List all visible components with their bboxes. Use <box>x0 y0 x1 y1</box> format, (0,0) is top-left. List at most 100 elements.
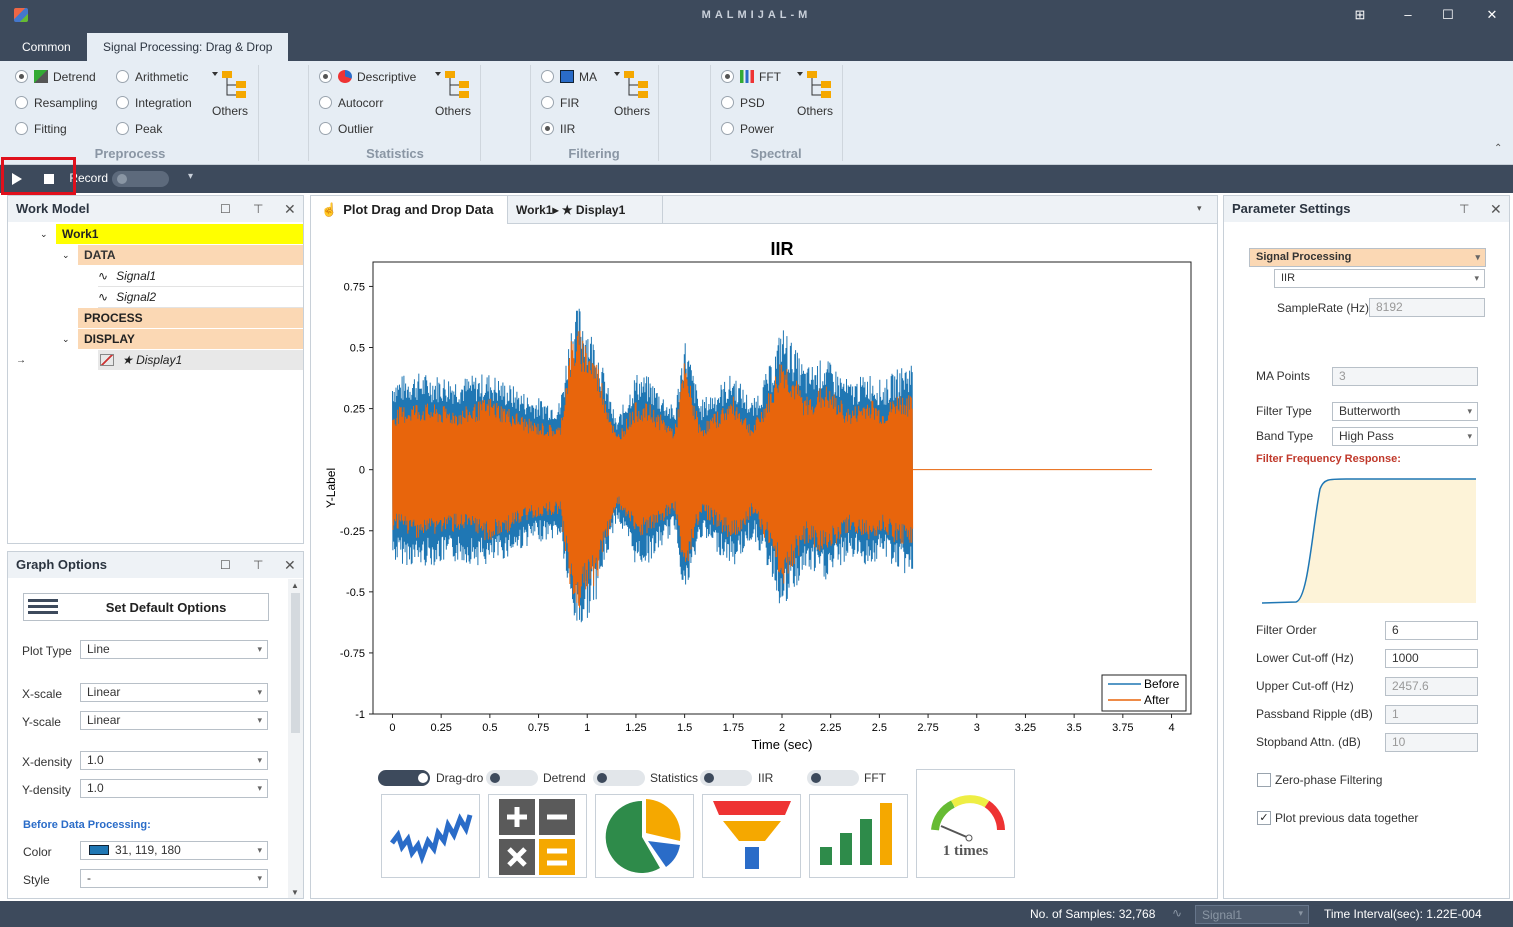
group-label-spectral: Spectral <box>750 146 802 161</box>
radio-power[interactable]: Power <box>721 119 774 139</box>
color-select[interactable]: 31, 119, 180 <box>80 841 268 860</box>
tree-root-label: Work1 <box>56 224 303 244</box>
method-select[interactable]: IIR <box>1274 269 1485 288</box>
signal-processing-select[interactable]: Signal Processing <box>1249 248 1486 267</box>
ma-points-input[interactable]: 3 <box>1332 367 1478 386</box>
signal-1-label: Signal1 <box>116 269 157 283</box>
yscale-label: Y-scale <box>22 715 61 729</box>
tree-display[interactable]: ⌄ DISPLAY <box>8 329 303 350</box>
others-label: Others <box>796 104 833 118</box>
tree-signal-2[interactable]: ∿ Signal2 <box>98 287 303 308</box>
upper-cutoff-label: Upper Cut-off (Hz) <box>1256 679 1354 693</box>
tree-root[interactable]: ⌄ Work1 <box>8 224 303 245</box>
gauge-icon <box>931 795 1005 842</box>
xdensity-select[interactable]: 1.0 <box>80 751 268 770</box>
close-button[interactable]: ✕ <box>1482 6 1502 24</box>
maximize-button[interactable]: ☐ <box>1438 6 1458 24</box>
ydensity-select[interactable]: 1.0 <box>80 779 268 798</box>
radio-autocorr[interactable]: Autocorr <box>319 93 383 113</box>
work-model-header: Work Model ☐ ⊤ ✕ <box>8 196 303 222</box>
tab-plot-drag-drop[interactable]: ☝ Plot Drag and Drop Data <box>311 196 507 224</box>
radio-fitting[interactable]: Fitting <box>15 119 67 139</box>
x-tick-label: 0 <box>389 722 395 734</box>
close-icon[interactable]: ✕ <box>284 196 296 222</box>
radio-descriptive[interactable]: Descriptive <box>319 67 416 87</box>
tab-signal-processing[interactable]: Signal Processing: Drag & Drop <box>87 33 289 61</box>
stopband-attn-input[interactable]: 10 <box>1385 733 1478 752</box>
others-dropdown-spectral[interactable]: Others <box>797 69 840 118</box>
y-tick-label: 0 <box>359 465 365 477</box>
tab-common[interactable]: Common <box>6 33 87 61</box>
tree-process[interactable]: PROCESS <box>78 308 303 328</box>
float-icon[interactable]: ☐ <box>220 552 231 578</box>
others-dropdown-filtering[interactable]: Others <box>614 69 657 118</box>
tabs-dropdown-icon[interactable]: ▾ <box>1197 203 1202 214</box>
descriptive-label: Descriptive <box>357 70 417 84</box>
tab-display-1[interactable]: Work1▸ ★ Display1 <box>507 196 663 224</box>
x-tick-label: 0.25 <box>430 722 451 734</box>
radio-resampling[interactable]: Resampling <box>15 93 97 113</box>
set-default-options-button[interactable]: Set Default Options <box>23 593 269 621</box>
toggle-iir[interactable] <box>700 770 752 786</box>
yscale-select[interactable]: Linear <box>80 711 268 730</box>
scrollbar[interactable]: ▲ ▼ <box>288 579 303 898</box>
toggle-drag-drop[interactable] <box>378 770 430 786</box>
x-tick-label: 1.5 <box>677 722 692 734</box>
color-value: 31, 119, 180 <box>115 843 181 857</box>
collapse-ribbon-icon[interactable]: ⌃ <box>1494 143 1502 154</box>
highlight-box <box>1 157 76 195</box>
zero-phase-checkbox[interactable] <box>1257 773 1271 787</box>
pin-icon[interactable]: ⊤ <box>253 552 263 578</box>
tile-filter[interactable] <box>702 794 801 878</box>
tree-display-1[interactable]: → ★ Display1 <box>8 350 303 371</box>
signal-select[interactable]: Signal1 ▾ <box>1195 905 1309 924</box>
float-icon[interactable]: ☐ <box>220 196 231 222</box>
radio-integration[interactable]: Integration <box>116 93 192 113</box>
xscale-select[interactable]: Linear <box>80 683 268 702</box>
graph-options-header: Graph Options ☐ ⊤ ✕ <box>8 552 303 578</box>
pie-icon <box>338 70 352 83</box>
tile-waveform[interactable] <box>381 794 480 878</box>
filter-type-select[interactable]: Butterworth <box>1332 402 1478 421</box>
band-type-select[interactable]: High Pass <box>1332 427 1478 446</box>
radio-iir[interactable]: IIR <box>541 119 575 139</box>
restore-layout-icon[interactable]: ⊞ <box>1350 6 1370 24</box>
tree-signal-1[interactable]: ∿ Signal1 <box>98 266 303 287</box>
upper-cutoff-input[interactable]: 2457.6 <box>1385 677 1478 696</box>
samplerate-input[interactable]: 8192 <box>1369 298 1485 317</box>
pin-icon[interactable]: ⊤ <box>1459 196 1469 222</box>
toolbar-dropdown-icon[interactable]: ▾ <box>188 171 193 182</box>
ribbon: Detrend Resampling Fitting Arithmetic In… <box>0 61 1513 165</box>
tree-data[interactable]: ⌄ DATA <box>8 245 303 266</box>
toggle-statistics[interactable] <box>593 770 645 786</box>
tile-statistics[interactable] <box>595 794 694 878</box>
radio-outlier[interactable]: Outlier <box>319 119 373 139</box>
signal-wave-icon: ∿ <box>1172 906 1183 920</box>
radio-psd[interactable]: PSD <box>721 93 765 113</box>
pin-icon[interactable]: ⊤ <box>253 196 263 222</box>
close-icon[interactable]: ✕ <box>284 552 296 578</box>
time-interval: Time Interval(sec): 1.22E-004 <box>1324 907 1482 921</box>
filter-order-input[interactable]: 6 <box>1385 621 1478 640</box>
passband-ripple-input[interactable]: 1 <box>1385 705 1478 724</box>
radio-peak[interactable]: Peak <box>116 119 162 139</box>
radio-arithmetic[interactable]: Arithmetic <box>116 67 188 87</box>
radio-ma[interactable]: MA <box>541 67 597 87</box>
radio-detrend[interactable]: Detrend <box>15 67 96 87</box>
others-dropdown-preprocess[interactable]: Others <box>212 69 255 118</box>
plot-type-select[interactable]: Line <box>80 640 268 659</box>
minimize-button[interactable]: – <box>1398 6 1418 24</box>
style-select[interactable]: - <box>80 869 268 888</box>
toggle-detrend[interactable] <box>486 770 538 786</box>
tile-spectral[interactable] <box>809 794 908 878</box>
tile-arithmetic[interactable] <box>488 794 587 878</box>
radio-fir[interactable]: FIR <box>541 93 579 113</box>
close-icon[interactable]: ✕ <box>1490 196 1502 222</box>
lower-cutoff-input[interactable]: 1000 <box>1385 649 1478 668</box>
others-dropdown-statistics[interactable]: Others <box>435 69 478 118</box>
main-tab-bar: Common Signal Processing: Drag & Drop <box>0 30 1513 61</box>
record-toggle[interactable] <box>112 171 169 187</box>
plot-previous-checkbox[interactable]: ✓ <box>1257 811 1271 825</box>
toggle-fft[interactable] <box>807 770 859 786</box>
radio-fft[interactable]: FFT <box>721 67 781 87</box>
